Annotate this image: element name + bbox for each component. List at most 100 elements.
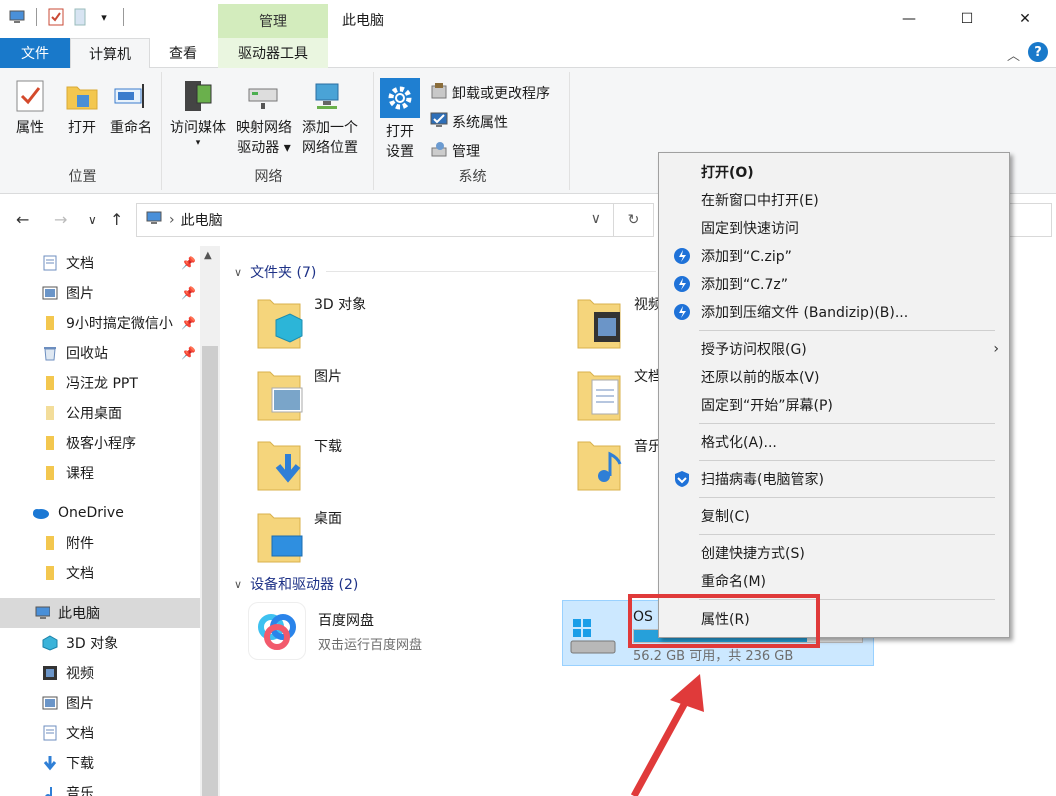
properties-icon[interactable] <box>47 8 65 26</box>
tab-file[interactable]: 文件 <box>0 38 70 68</box>
menu-item-give-access[interactable]: 授予访问权限(G) › <box>659 335 1009 363</box>
menu-item-format[interactable]: 格式化(A)... <box>659 428 1009 456</box>
help-icon[interactable]: ? <box>1028 42 1048 62</box>
address-dropdown-icon[interactable]: ∨ <box>591 211 601 227</box>
pin-icon[interactable]: 📌 <box>181 346 196 360</box>
refresh-icon: ↻ <box>627 212 640 228</box>
search-input[interactable] <box>1008 203 1052 237</box>
recent-chevron-down-icon[interactable]: ∨ <box>88 213 97 227</box>
section-devices-header[interactable]: ∨ 设备和驱动器 (2) <box>234 574 358 594</box>
forward-icon[interactable]: → <box>54 210 67 229</box>
folder-item-downloads[interactable]: 下载 <box>256 436 342 492</box>
access-media-button[interactable]: 访问媒体 ▾ <box>170 78 226 148</box>
collapse-ribbon-icon[interactable]: ︿ <box>1007 45 1020 64</box>
menu-item-pin-start[interactable]: 固定到“开始”屏幕(P) <box>659 391 1009 419</box>
nav-item-folder[interactable]: 冯汪龙 PPT <box>0 368 200 398</box>
scroll-up-icon[interactable]: ▲ <box>204 250 212 261</box>
nav-item-this-pc[interactable]: 此电脑 <box>0 598 200 628</box>
nav-item-folder[interactable]: 附件 <box>0 528 200 558</box>
nav-item-folder[interactable]: 极客小程序 <box>0 428 200 458</box>
bandizip-icon <box>673 275 691 293</box>
nav-item-folder[interactable]: 文档 <box>0 558 200 588</box>
close-button[interactable]: ✕ <box>996 0 1054 38</box>
nav-item-documents[interactable]: 文档 📌 <box>0 248 200 278</box>
baidu-netdisk-item[interactable]: 百度网盘 双击运行百度网盘 <box>248 602 422 660</box>
tab-computer[interactable]: 计算机 <box>70 38 150 69</box>
folder-item-desktop[interactable]: 桌面 <box>256 508 342 564</box>
menu-item-restore-previous[interactable]: 还原以前的版本(V) <box>659 363 1009 391</box>
section-folders-header[interactable]: ∨ 文件夹 (7) <box>234 262 316 282</box>
scrollbar-thumb[interactable] <box>202 346 218 796</box>
open-settings-label: 打开 <box>386 124 414 140</box>
refresh-button[interactable]: ↻ <box>614 203 654 237</box>
pin-icon[interactable]: 📌 <box>181 256 196 270</box>
chevron-down-icon: ∨ <box>234 265 243 279</box>
chevron-down-icon: ▾ <box>195 138 201 148</box>
nav-item-folder[interactable]: 公用桌面 <box>0 398 200 428</box>
system-properties-label: 系统属性 <box>452 115 508 131</box>
menu-item-add-7z[interactable]: 添加到“C.7z” <box>659 270 1009 298</box>
nav-item-3d-objects[interactable]: 3D 对象 <box>0 628 200 658</box>
nav-item-downloads[interactable]: 下载 <box>0 748 200 778</box>
nav-item-folder[interactable]: 课程 <box>0 458 200 488</box>
back-icon[interactable]: ← <box>16 210 29 229</box>
add-location-label-2: 网络位置 <box>302 140 358 156</box>
up-icon[interactable]: ↑ <box>110 210 123 229</box>
folder-item-music[interactable]: 音乐 <box>576 436 662 492</box>
rename-button[interactable]: 重命名 <box>110 78 152 138</box>
nav-item-label: 图片 <box>66 286 94 302</box>
nav-item-music[interactable]: 音乐 <box>0 778 200 796</box>
breadcrumb-separator[interactable]: › <box>169 212 175 228</box>
nav-item-onedrive[interactable]: OneDrive <box>0 498 200 528</box>
system-properties-button[interactable]: 系统属性 <box>430 111 508 133</box>
address-bar[interactable]: › 此电脑 ∨ <box>136 203 614 237</box>
folder-item-3d-objects[interactable]: 3D 对象 <box>256 294 366 350</box>
open-settings-button[interactable]: 打开 设置 <box>380 78 420 162</box>
tab-view[interactable]: 查看 <box>150 38 216 68</box>
section-title: 设备和驱动器 (2) <box>250 577 359 593</box>
menu-item-pin-quick-access[interactable]: 固定到快速访问 <box>659 214 1009 242</box>
toolbar-divider <box>123 8 124 26</box>
menu-item-create-shortcut[interactable]: 创建快捷方式(S) <box>659 539 1009 567</box>
nav-item-documents[interactable]: 文档 <box>0 718 200 748</box>
map-drive-label-2: 驱动器 ▾ <box>237 140 291 156</box>
computer-icon[interactable] <box>8 8 26 26</box>
nav-item-videos[interactable]: 视频 <box>0 658 200 688</box>
nav-item-folder[interactable]: 9小时搞定微信小 📌 <box>0 308 200 338</box>
properties-button[interactable]: 属性 <box>12 78 48 138</box>
maximize-button[interactable]: ☐ <box>938 0 996 38</box>
folder-item-videos[interactable]: 视频 <box>576 294 662 350</box>
open-button[interactable]: 打开 <box>64 78 100 138</box>
folder-item-documents[interactable]: 文档 <box>576 366 662 422</box>
network-location-icon <box>312 78 348 114</box>
manage-button[interactable]: 管理 <box>430 140 480 162</box>
nav-item-pictures[interactable]: 图片 📌 <box>0 278 200 308</box>
menu-item-open[interactable]: 打开(O) <box>659 158 1009 186</box>
add-network-location-button[interactable]: 添加一个 网络位置 <box>302 78 358 158</box>
pin-icon[interactable]: 📌 <box>181 286 196 300</box>
windows-drive-icon <box>569 609 621 665</box>
menu-item-scan-virus[interactable]: 扫描病毒(电脑管家) <box>659 465 1009 493</box>
menu-item-rename[interactable]: 重命名(M) <box>659 567 1009 595</box>
nav-item-recycle-bin[interactable]: 回收站 📌 <box>0 338 200 368</box>
minimize-button[interactable]: — <box>880 0 938 38</box>
menu-item-copy[interactable]: 复制(C) <box>659 502 1009 530</box>
uninstall-button[interactable]: 卸载或更改程序 <box>430 82 550 104</box>
breadcrumb[interactable]: 此电脑 <box>181 210 223 230</box>
annotation-arrow <box>630 674 704 796</box>
bandizip-icon <box>673 247 691 265</box>
menu-item-label: 扫描病毒(电脑管家) <box>701 472 824 488</box>
pin-icon[interactable]: 📌 <box>181 316 196 330</box>
downloads-folder-icon <box>256 436 304 492</box>
nav-item-pictures[interactable]: 图片 <box>0 688 200 718</box>
menu-item-add-zip[interactable]: 添加到“C.zip” <box>659 242 1009 270</box>
customize-dropdown-icon[interactable]: ▾ <box>95 8 113 26</box>
folder-item-pictures[interactable]: 图片 <box>256 366 342 422</box>
nav-scrollbar[interactable]: ▲ <box>200 246 220 796</box>
menu-item-add-bandizip[interactable]: 添加到压缩文件 (Bandizip)(B)... <box>659 298 1009 326</box>
manage-label: 管理 <box>452 144 480 160</box>
map-drive-button[interactable]: 映射网络 驱动器 ▾ <box>236 78 292 158</box>
tab-drive-tools[interactable]: 驱动器工具 <box>218 38 328 68</box>
new-folder-icon[interactable] <box>71 8 89 26</box>
menu-item-open-new-window[interactable]: 在新窗口中打开(E) <box>659 186 1009 214</box>
